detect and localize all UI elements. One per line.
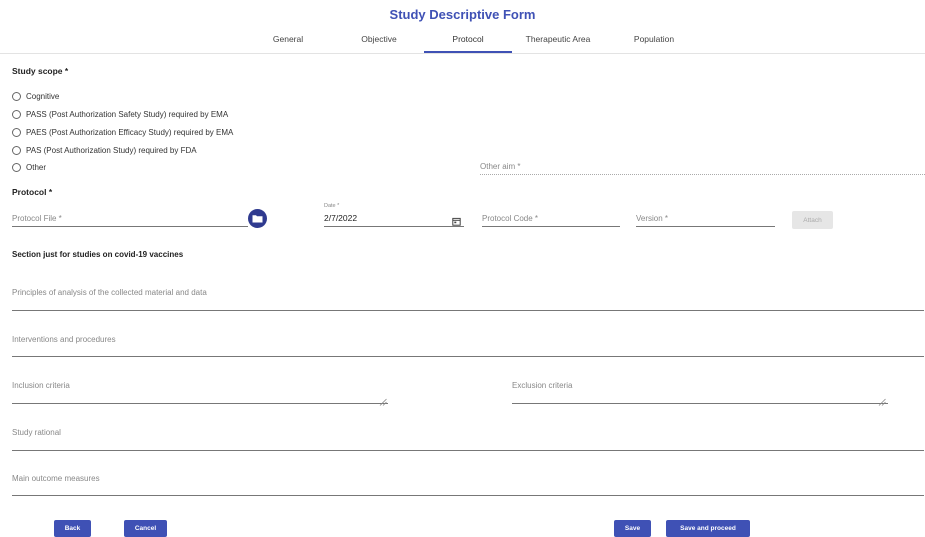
protocol-file-placeholder: Protocol File *	[12, 214, 62, 223]
exclusion-placeholder: Exclusion criteria	[512, 381, 573, 390]
attach-button[interactable]: Attach	[792, 211, 833, 229]
radio-label: Cognitive	[26, 91, 60, 101]
radio-paes[interactable]: PAES (Post Authorization Efficacy Study)…	[12, 126, 233, 138]
radio-pass[interactable]: PASS (Post Authorization Safety Study) r…	[12, 108, 228, 120]
version-input[interactable]	[636, 226, 775, 227]
tab-population[interactable]: Population	[620, 34, 688, 44]
interventions-input[interactable]	[12, 356, 924, 357]
rational-input[interactable]	[12, 450, 924, 451]
save-and-proceed-button[interactable]: Save and proceed	[666, 520, 750, 537]
radio-circle-icon[interactable]	[12, 109, 21, 119]
date-label: Date *	[324, 203, 340, 209]
radio-label: PAES (Post Authorization Efficacy Study)…	[26, 127, 234, 137]
radio-label: PAS (Post Authorization Study) required …	[26, 145, 197, 155]
radio-other[interactable]: Other	[12, 161, 46, 173]
back-button[interactable]: Back	[54, 520, 91, 537]
radio-label: Other	[26, 162, 47, 172]
tab-objective[interactable]: Objective	[346, 34, 412, 44]
protocol-code-input[interactable]	[482, 226, 620, 227]
date-input[interactable]	[324, 226, 464, 227]
radio-circle-icon[interactable]	[12, 91, 21, 101]
save-button[interactable]: Save	[614, 520, 651, 537]
calendar-icon[interactable]	[452, 213, 462, 226]
folder-icon	[252, 215, 263, 223]
protocol-code-placeholder: Protocol Code *	[482, 214, 539, 223]
tab-bar: General Objective Protocol Therapeutic A…	[0, 28, 925, 54]
radio-cognitive[interactable]: Cognitive	[12, 90, 59, 102]
outcome-input[interactable]	[12, 495, 924, 496]
principles-placeholder: Principles of analysis of the collected …	[12, 288, 207, 297]
inclusion-placeholder: Inclusion criteria	[12, 381, 70, 390]
other-aim-placeholder: Other aim *	[480, 162, 521, 171]
date-value: 2/7/2022	[324, 213, 358, 223]
rational-placeholder: Study rational	[12, 428, 61, 437]
radio-circle-icon[interactable]	[12, 127, 21, 137]
exclusion-textarea[interactable]	[512, 403, 888, 404]
outcome-placeholder: Main outcome measures	[12, 474, 100, 483]
folder-button[interactable]	[248, 209, 267, 228]
interventions-placeholder: Interventions and procedures	[12, 335, 116, 344]
resize-handle-icon[interactable]	[878, 393, 886, 406]
page-title: Study Descriptive Form	[389, 7, 536, 22]
radio-circle-icon[interactable]	[12, 162, 21, 172]
covid-section-label: Section just for studies on covid-19 vac…	[12, 250, 184, 259]
tab-protocol[interactable]: Protocol	[424, 34, 512, 44]
principles-input[interactable]	[12, 310, 924, 311]
resize-handle-icon[interactable]	[379, 393, 387, 406]
inclusion-textarea[interactable]	[12, 403, 388, 404]
version-placeholder: Version *	[636, 214, 669, 223]
protocol-file-input[interactable]	[12, 226, 248, 227]
radio-pas[interactable]: PAS (Post Authorization Study) required …	[12, 144, 197, 156]
cancel-button[interactable]: Cancel	[124, 520, 167, 537]
radio-circle-icon[interactable]	[12, 145, 21, 155]
tab-general[interactable]: General	[258, 34, 318, 44]
other-aim-input[interactable]	[480, 174, 925, 175]
protocol-label: Protocol *	[12, 187, 53, 197]
tab-therapeutic-area[interactable]: Therapeutic Area	[512, 34, 604, 44]
study-scope-label: Study scope *	[12, 66, 69, 76]
radio-label: PASS (Post Authorization Safety Study) r…	[26, 109, 229, 119]
active-tab-indicator	[424, 51, 512, 53]
